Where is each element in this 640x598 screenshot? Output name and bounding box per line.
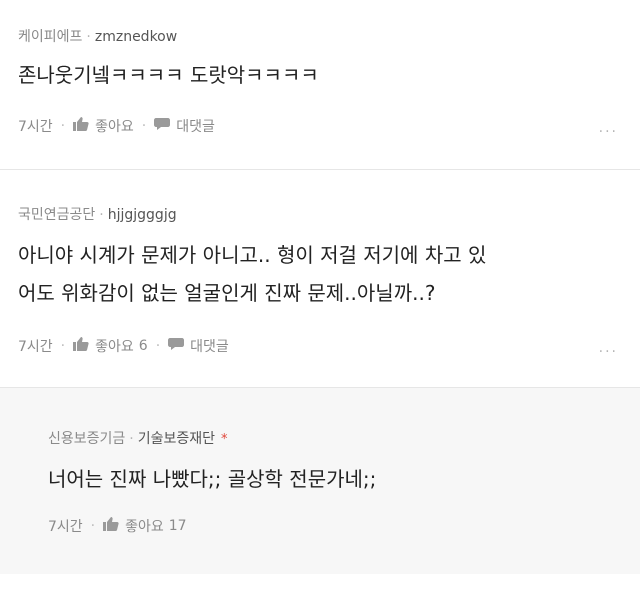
- like-button[interactable]: 좋아요 17: [103, 516, 187, 536]
- reply-button[interactable]: 대댓글: [168, 336, 229, 356]
- reply-item: 신용보증기금 · 기술보증재단 * 너어는 진짜 나빴다;; 골상학 전문가네;; 7…: [0, 388, 640, 575]
- comment-text: 존나웃기넼ㅋㅋㅋㅋ 도랏악ㅋㅋㅋㅋ: [18, 56, 319, 94]
- reply-button[interactable]: 대댓글: [154, 116, 215, 136]
- comment-item: 국민연금공단 · hjjgjgggjg 아니야 시계가 문제가 아니고.. 형이 저…: [0, 170, 640, 388]
- reply-label: 대댓글: [176, 119, 215, 135]
- action-separator: ·: [60, 338, 66, 354]
- meta-separator: ·: [86, 29, 91, 45]
- meta-separator: ·: [99, 207, 104, 223]
- comment-nickname[interactable]: 케이피에프: [18, 29, 82, 45]
- comment-time: 7시간: [18, 119, 53, 135]
- thumbs-up-icon: [73, 117, 89, 135]
- reply-label: 대댓글: [190, 339, 229, 355]
- comment-meta: 케이피에프 · zmznedkow: [18, 26, 177, 46]
- comment-item: 케이피에프 · zmznedkow 존나웃기넼ㅋㅋㅋㅋ 도랏악ㅋㅋㅋㅋ 7시간 · …: [0, 0, 640, 170]
- meta-separator: ·: [129, 431, 134, 447]
- comment-text-line: 어도 위화감이 없는 얼굴인게 진짜 문제..아닐까..?: [18, 281, 436, 305]
- comment-meta: 국민연금공단 · hjjgjgggjg: [18, 204, 177, 224]
- reply-text-line: 너어는 진짜 나빴다;; 골상학 전문가네;;: [48, 467, 377, 491]
- action-separator: ·: [155, 338, 161, 354]
- like-button[interactable]: 좋아요: [73, 116, 134, 136]
- reply-text: 너어는 진짜 나빴다;; 골상학 전문가네;;: [48, 460, 376, 498]
- like-label: 좋아요: [95, 339, 134, 355]
- like-button[interactable]: 좋아요 6: [73, 336, 148, 356]
- action-separator: ·: [60, 118, 66, 134]
- comment-actions: 7시간 · 좋아요 6 · 대댓글: [18, 336, 229, 356]
- action-separator: ·: [141, 118, 147, 134]
- speech-bubble-icon: [168, 337, 185, 355]
- reply-time: 7시간: [48, 519, 83, 535]
- like-label: 좋아요: [95, 119, 134, 135]
- comment-time: 7시간: [18, 339, 53, 355]
- more-options-icon[interactable]: ...: [599, 340, 618, 356]
- speech-bubble-icon: [154, 117, 171, 135]
- comment-text-line: 존나웃기넼ㅋㅋㅋㅋ 도랏악ㅋㅋㅋㅋ: [18, 63, 319, 87]
- like-count: 6: [138, 338, 148, 354]
- comment-text: 아니야 시계가 문제가 아니고.. 형이 저걸 저기에 차고 있 어도 위화감이…: [18, 236, 486, 312]
- thumbs-up-icon: [73, 337, 89, 355]
- reply-meta: 신용보증기금 · 기술보증재단 *: [48, 428, 228, 448]
- reply-nickname[interactable]: 신용보증기금: [48, 431, 125, 447]
- author-badge: *: [221, 432, 228, 447]
- reply-user-id[interactable]: 기술보증재단: [138, 431, 215, 447]
- page-bottom-spacer: [0, 574, 640, 598]
- comment-nickname[interactable]: 국민연금공단: [18, 207, 95, 223]
- comment-user-id[interactable]: zmznedkow: [95, 29, 177, 45]
- comment-text-line: 아니야 시계가 문제가 아니고.. 형이 저걸 저기에 차고 있: [18, 243, 487, 267]
- comment-user-id[interactable]: hjjgjgggjg: [108, 207, 177, 223]
- more-options-icon[interactable]: ...: [599, 120, 618, 136]
- reply-actions: 7시간 · 좋아요 17: [48, 516, 187, 536]
- thumbs-up-icon: [103, 517, 119, 535]
- comment-actions: 7시간 · 좋아요 · 대댓글: [18, 116, 215, 136]
- like-count: 17: [168, 518, 187, 534]
- action-separator: ·: [90, 518, 96, 534]
- like-label: 좋아요: [125, 519, 164, 535]
